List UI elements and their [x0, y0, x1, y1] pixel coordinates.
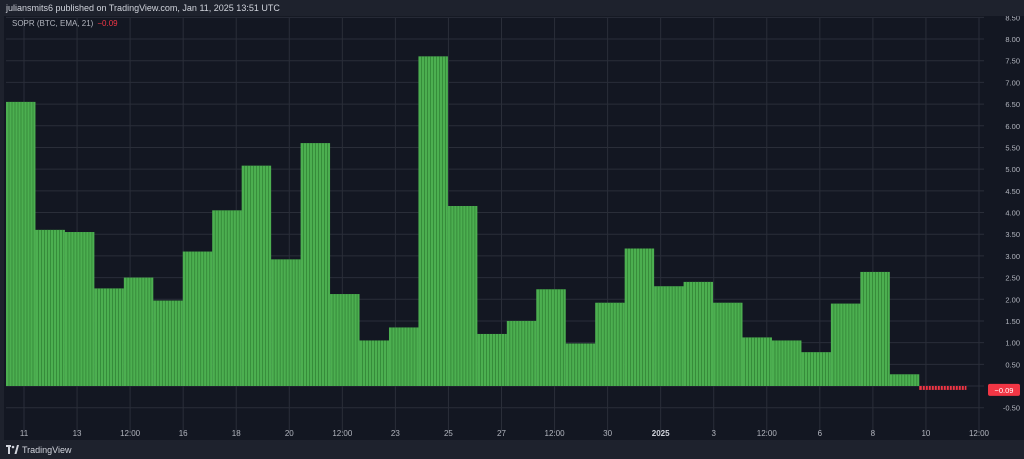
y-tick-label: 7.50: [1005, 57, 1020, 66]
x-tick-label: 11: [20, 429, 29, 438]
y-tick-label: 3.50: [1005, 230, 1020, 239]
bar-stripes: [921, 386, 965, 390]
x-tick-label: 12:00: [757, 429, 778, 438]
x-tick-label: 27: [497, 429, 506, 438]
x-tick-label: 8: [871, 429, 876, 438]
y-tick-label: 5.50: [1005, 143, 1020, 152]
y-tick-label: 2.00: [1005, 295, 1020, 304]
y-tick-label: 6.50: [1005, 100, 1020, 109]
tradingview-brand[interactable]: TradingView: [22, 445, 72, 455]
x-tick-label: 13: [73, 429, 82, 438]
x-tick-label: 12:00: [332, 429, 353, 438]
chart-panel[interactable]: -0.500.000.501.001.502.002.503.003.504.0…: [4, 16, 1024, 440]
x-tick-label: 10: [921, 429, 930, 438]
y-tick-label: 1.00: [1005, 339, 1020, 348]
y-tick-label: 0.50: [1005, 360, 1020, 369]
y-tick-label: 3.00: [1005, 252, 1020, 261]
y-tick-label: 5.00: [1005, 165, 1020, 174]
x-tick-label: 18: [232, 429, 241, 438]
bottom-bar: [0, 440, 1024, 459]
indicator-value: −0.09: [97, 19, 118, 28]
tradingview-logo-icon[interactable]: [6, 445, 19, 454]
x-tick-label: 16: [179, 429, 188, 438]
x-tick-label: 30: [603, 429, 612, 438]
last-value-label: −0.09: [995, 386, 1014, 395]
indicator-label: SOPR (BTC, EMA, 21): [12, 19, 94, 28]
x-tick-label: 3: [711, 429, 716, 438]
x-tick-label: 20: [285, 429, 294, 438]
x-tick-label: 2025: [652, 429, 670, 438]
x-tick-label: 6: [818, 429, 823, 438]
y-tick-label: -0.50: [1003, 404, 1020, 413]
sopr-chart[interactable]: -0.500.000.501.001.502.002.503.003.504.0…: [4, 16, 1024, 440]
x-tick-label: 25: [444, 429, 453, 438]
y-tick-label: 8.50: [1005, 16, 1020, 22]
x-tick-label: 12:00: [545, 429, 566, 438]
y-tick-label: 1.50: [1005, 317, 1020, 326]
x-tick-label: 12:00: [120, 429, 141, 438]
x-tick-label: 12:00: [969, 429, 990, 438]
x-tick-label: 23: [391, 429, 400, 438]
y-tick-label: 6.00: [1005, 122, 1020, 131]
indicator-legend[interactable]: SOPR (BTC, EMA, 21) −0.09: [12, 19, 118, 28]
y-tick-label: 4.00: [1005, 209, 1020, 218]
y-tick-label: 7.00: [1005, 78, 1020, 87]
y-tick-label: 8.00: [1005, 35, 1020, 44]
y-tick-label: 2.50: [1005, 274, 1020, 283]
y-tick-label: 4.50: [1005, 187, 1020, 196]
publish-info: juliansmits6 published on TradingView.co…: [6, 3, 280, 13]
